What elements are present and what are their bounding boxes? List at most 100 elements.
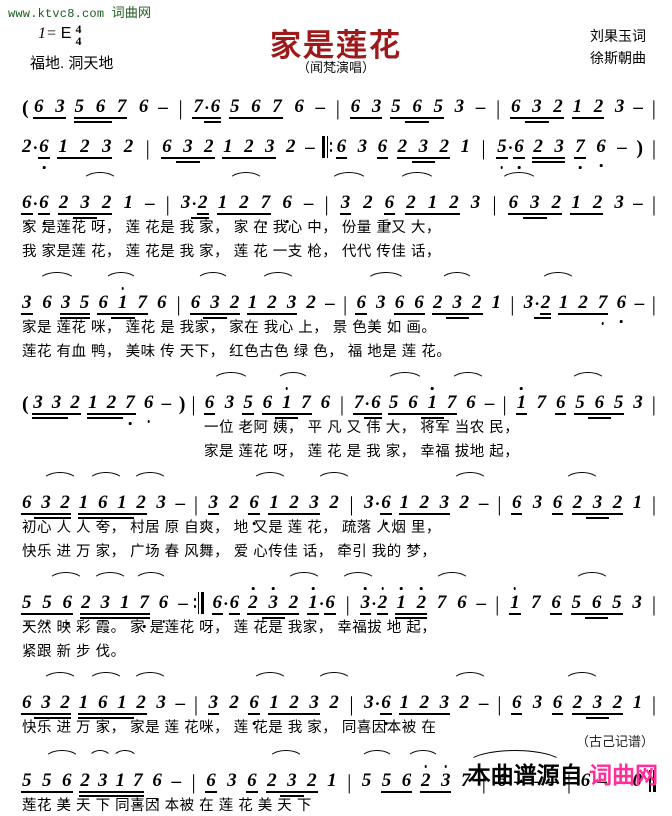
note: 7 xyxy=(536,392,547,413)
notes-row: ( 6 3 5 6 7 6 – | 7 · 6 5 6 7 6 – | 6 3 … xyxy=(22,78,656,123)
lyric-line: 莲花 有血 鸭， 美味 传 天下， 红色古色 绿 色， 福 地是 莲 花。 xyxy=(22,338,656,362)
note: 6 xyxy=(42,292,52,313)
note: 1 xyxy=(57,136,75,159)
lyric-text: 家是 莲花 呀， 莲 花 是 我 家， 幸福 拔地 起， xyxy=(204,443,520,460)
notes-row: 6 3 2 1 6 1 2 3 – | 3 2 6 1 2 3 2 | 3 · … xyxy=(21,672,656,728)
augmentation-dot: · xyxy=(32,194,39,213)
slur-arc xyxy=(260,272,296,282)
augmentation-dot: · xyxy=(32,138,39,157)
slur-arc xyxy=(398,172,436,182)
note: 1 xyxy=(77,492,95,519)
note: 2 xyxy=(532,136,550,163)
note: 6 xyxy=(159,592,168,623)
music-system-7: 5 5 6 2 3 1 7 6 – 6 · 6 2 3 2 1 · 6 | 3 … xyxy=(0,572,672,662)
note: 2 xyxy=(197,136,214,159)
note: 7 xyxy=(294,392,312,415)
note: 6 xyxy=(248,692,260,725)
note: 1 xyxy=(123,192,133,213)
note: 7 xyxy=(126,770,144,806)
note: 1 xyxy=(515,387,527,415)
note: 3 xyxy=(302,692,320,715)
music-system-6: 6 3 2 1 6 1 2 3 – | 3 2 6 1 2 3 2 | 3 · … xyxy=(0,472,672,562)
note: 7 xyxy=(118,392,136,425)
music-system-3: 6 · 6 2 3 2 1 – | 3 · 2 1 2 7 6 – | 3 2 … xyxy=(0,172,672,262)
note: 6 xyxy=(203,96,221,123)
music-system-8: 6 3 2 1 6 1 2 3 – | 3 2 6 1 2 3 2 | 3 · … xyxy=(0,672,672,738)
sustain-dash: – xyxy=(325,293,335,314)
note: 3 xyxy=(614,96,625,117)
barline: | xyxy=(651,592,657,616)
note: 2 xyxy=(229,492,239,513)
sustain-dash: – xyxy=(144,193,155,214)
slur-arc xyxy=(540,272,576,282)
sustain-dash: – xyxy=(478,693,489,714)
note: 3 xyxy=(73,192,97,219)
note: 3 xyxy=(454,96,465,117)
note: 6 xyxy=(228,592,240,615)
note: 5 xyxy=(361,770,372,791)
barline: | xyxy=(193,692,199,716)
note: 3 xyxy=(207,692,219,715)
note: 6 xyxy=(587,392,611,419)
note: 6 xyxy=(380,492,392,525)
note: 3 xyxy=(261,587,285,619)
note: 3 xyxy=(93,592,117,619)
note: 3 xyxy=(60,292,77,319)
note: 7 xyxy=(254,192,271,225)
note: 7 xyxy=(591,292,608,325)
barline: | xyxy=(178,96,183,120)
source-site-name: 词曲网 xyxy=(589,762,658,788)
note: 3 xyxy=(586,692,609,719)
phrase-open-paren: ( xyxy=(22,97,29,119)
note: 3 xyxy=(21,292,32,315)
notation-credit: （古己记谱） xyxy=(575,734,654,749)
score-systems: ( 6 3 5 6 7 6 – | 7 · 6 5 6 7 6 – | 6 3 … xyxy=(0,78,672,816)
note: 2 xyxy=(57,192,75,215)
note: 2 xyxy=(606,692,623,715)
lyric-text: 莲花 美 天 下 同喜因 本被 在 莲 花 美 天 下 xyxy=(22,797,312,814)
slur-arc xyxy=(564,472,600,482)
note: 6 xyxy=(205,770,217,793)
slur-arc xyxy=(452,672,488,682)
note: 6 xyxy=(33,96,50,119)
note: 2 xyxy=(459,492,470,513)
sustain-dash: – xyxy=(175,493,186,514)
notes-row: 3 6 3 5 6 1 7 6 | 6 3 2 1 2 3 2 – | 6 3 … xyxy=(21,272,656,325)
barline: | xyxy=(191,770,196,794)
slur-arc xyxy=(434,572,470,582)
note: 3 xyxy=(411,136,435,163)
slur-arc xyxy=(360,750,394,760)
note: 6 xyxy=(376,136,388,159)
slur-arc xyxy=(330,172,368,182)
note: 6 xyxy=(513,136,525,169)
note: 6 xyxy=(21,692,38,715)
note: 7 xyxy=(352,392,370,415)
note: 2 xyxy=(247,587,264,615)
barline: | xyxy=(191,392,196,416)
note: 6 xyxy=(91,492,114,528)
note: 5 xyxy=(73,96,91,123)
slur-arc xyxy=(228,172,264,182)
note: 2 xyxy=(396,136,414,159)
slur-arc xyxy=(88,672,124,682)
note: 7 xyxy=(574,136,586,169)
slur-arc xyxy=(340,572,376,582)
note: 6 xyxy=(157,292,167,313)
note: 3 xyxy=(532,692,543,713)
lyric-text: 快乐 进 万 家， 广场 春 风舞， 爱 心传佳 话， 牵引 我的 梦， xyxy=(22,543,437,560)
note: 2 xyxy=(282,492,306,515)
note: 3 xyxy=(470,192,481,213)
sustain-dash: – xyxy=(315,97,325,118)
note: 3 xyxy=(523,192,546,219)
barline: | xyxy=(349,492,354,516)
augmentation-dot: · xyxy=(374,694,381,713)
note: 7 xyxy=(110,96,127,119)
note: 5 xyxy=(380,770,398,793)
note: 2 xyxy=(22,136,32,157)
note: 3 xyxy=(364,492,374,513)
sustain-dash: – xyxy=(175,693,186,714)
barline: | xyxy=(495,592,500,616)
note: 6 xyxy=(510,492,522,515)
barline: | xyxy=(651,192,657,216)
augmentation-dot: · xyxy=(318,594,325,613)
